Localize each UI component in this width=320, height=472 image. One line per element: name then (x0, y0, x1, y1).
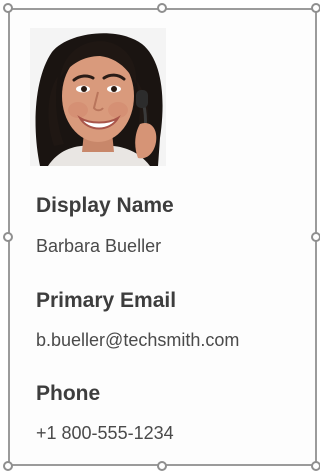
resize-handle-top-left[interactable] (3, 3, 13, 13)
resize-handle-bottom-right[interactable] (311, 461, 320, 471)
contact-card-canvas: Display Name Barbara Bueller Primary Ema… (0, 0, 320, 472)
resize-handle-top-center[interactable] (157, 3, 167, 13)
resize-handle-middle-right[interactable] (311, 232, 320, 242)
resize-handle-bottom-center[interactable] (157, 461, 167, 471)
avatar (30, 28, 166, 166)
phone-label: Phone (36, 382, 101, 405)
primary-email-label: Primary Email (36, 289, 177, 312)
display-name-value: Barbara Bueller (36, 236, 162, 256)
display-name-label: Display Name (36, 194, 174, 217)
resize-handle-top-right[interactable] (311, 3, 320, 13)
resize-handle-middle-left[interactable] (3, 232, 13, 242)
resize-handle-bottom-left[interactable] (3, 461, 13, 471)
phone-value: +1 800-555-1234 (36, 423, 174, 443)
primary-email-value: b.bueller@techsmith.com (36, 330, 240, 350)
profile-photo-icon (30, 28, 166, 166)
